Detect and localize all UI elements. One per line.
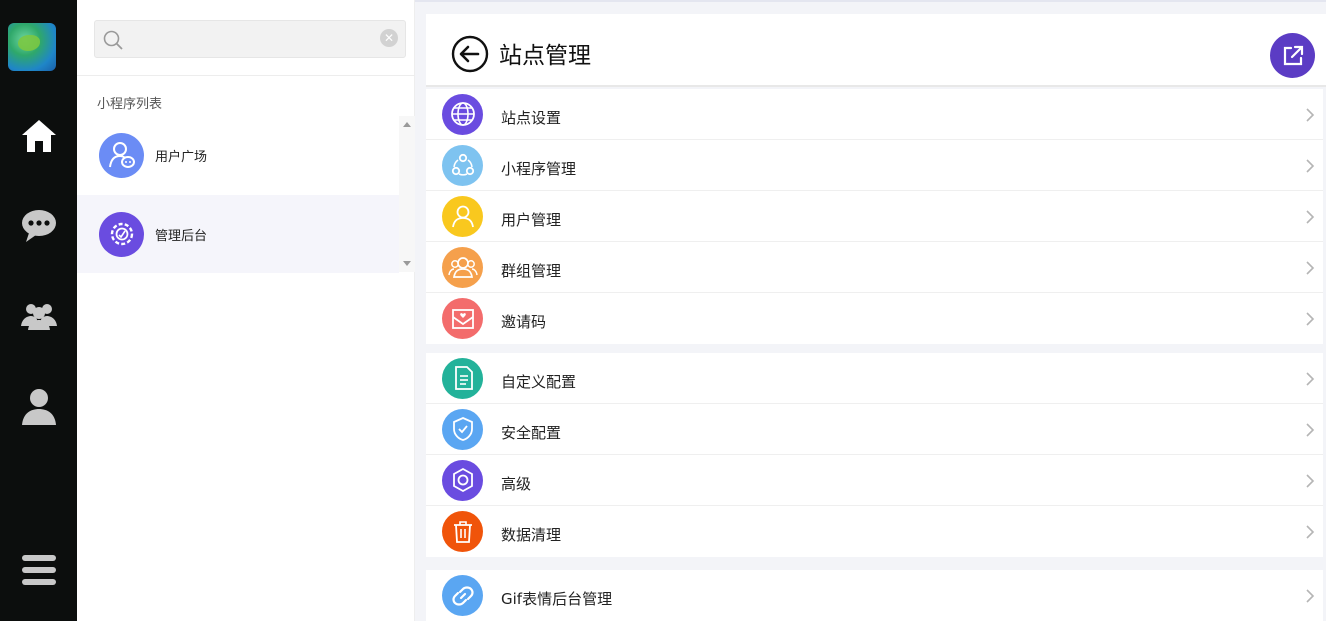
section-title: 小程序列表	[97, 97, 163, 112]
menu-row-data-cleanup[interactable]: 数据清理	[426, 506, 1323, 557]
menu-row-custom-config[interactable]: 自定义配置	[426, 353, 1323, 404]
chat-icon[interactable]	[0, 207, 77, 245]
chevron-right-icon	[1306, 372, 1315, 386]
search-icon	[103, 30, 123, 54]
chevron-right-icon	[1306, 589, 1315, 603]
top-border	[415, 0, 1326, 2]
link-icon	[442, 575, 483, 616]
envelope-icon	[442, 298, 483, 339]
shield-check-icon	[442, 408, 483, 450]
app-logo[interactable]	[8, 23, 56, 71]
mini-program-item-user-plaza[interactable]: 用户广场	[77, 116, 399, 194]
list-scrollbar[interactable]	[399, 116, 415, 272]
menu-row-site-settings[interactable]: 站点设置	[426, 89, 1323, 140]
chevron-right-icon	[1306, 525, 1315, 539]
menu-group-2: 自定义配置 安全配置 高级 数据清理	[426, 353, 1323, 557]
menu-row-mini-program-management[interactable]: 小程序管理	[426, 140, 1323, 191]
app-root: ✕ 小程序列表 用户广场 管理后台 站点管理 站点设置 小程序管理 用户管理 群…	[0, 0, 1326, 621]
main-content: 站点管理 站点设置 小程序管理 用户管理 群组管理 邀请码 自定义配置 安全配置…	[426, 14, 1326, 621]
chevron-right-icon	[1306, 312, 1315, 326]
menu-row-user-management[interactable]: 用户管理	[426, 191, 1323, 242]
menu-row-label: 小程序管理	[501, 160, 577, 178]
home-icon[interactable]	[0, 117, 77, 155]
chevron-right-icon	[1306, 423, 1315, 437]
profile-icon[interactable]	[0, 387, 77, 427]
mini-program-panel: ✕ 小程序列表 用户广场 管理后台	[77, 0, 415, 621]
scroll-up-arrow-icon[interactable]	[403, 122, 411, 127]
mini-program-label: 管理后台	[155, 228, 208, 244]
menu-row-label: 数据清理	[501, 526, 562, 544]
page-header: 站点管理	[426, 14, 1326, 87]
chevron-right-icon	[1306, 261, 1315, 275]
menu-group-1: 站点设置 小程序管理 用户管理 群组管理 邀请码	[426, 89, 1323, 344]
nav-rail	[0, 0, 77, 621]
menu-row-label: 用户管理	[501, 211, 562, 229]
admin-gear-icon	[99, 211, 144, 257]
chevron-right-icon	[1306, 474, 1315, 488]
external-link-icon	[1283, 45, 1303, 65]
group-icon	[442, 246, 483, 288]
user-icon	[442, 195, 483, 237]
chevron-right-icon	[1306, 159, 1315, 173]
back-arrow-icon	[451, 35, 489, 73]
menu-row-label: 高级	[501, 475, 532, 493]
menu-row-invite-code[interactable]: 邀请码	[426, 293, 1323, 344]
menu-row-label: 邀请码	[501, 313, 547, 331]
menu-row-label: 自定义配置	[501, 373, 577, 391]
chevron-right-icon	[1306, 108, 1315, 122]
menu-row-group-management[interactable]: 群组管理	[426, 242, 1323, 293]
contacts-group-icon[interactable]	[0, 300, 77, 334]
menu-row-label: Gif表情后台管理	[501, 590, 613, 608]
document-icon	[442, 357, 483, 399]
back-button[interactable]	[451, 35, 489, 73]
menu-row-label: 安全配置	[501, 424, 562, 442]
page-title: 站点管理	[499, 43, 591, 69]
menu-row-label: 站点设置	[501, 109, 562, 127]
gear-icon	[442, 459, 483, 501]
menu-icon[interactable]	[0, 553, 77, 589]
divider	[77, 75, 415, 76]
user-plaza-icon	[99, 132, 144, 178]
trash-icon	[442, 511, 483, 552]
menu-row-gif-admin[interactable]: Gif表情后台管理	[426, 570, 1323, 621]
open-external-button[interactable]	[1270, 33, 1315, 78]
mini-program-label: 用户广场	[155, 149, 208, 165]
chevron-right-icon	[1306, 210, 1315, 224]
globe-icon	[442, 93, 483, 135]
menu-group-3: Gif表情后台管理	[426, 570, 1323, 621]
menu-row-label: 群组管理	[501, 262, 562, 280]
scroll-down-arrow-icon[interactable]	[403, 261, 411, 266]
share-nodes-icon	[442, 144, 483, 186]
menu-row-security-config[interactable]: 安全配置	[426, 404, 1323, 455]
mini-program-item-admin[interactable]: 管理后台	[77, 195, 399, 273]
clear-search-icon[interactable]: ✕	[380, 29, 398, 47]
menu-row-advanced[interactable]: 高级	[426, 455, 1323, 506]
search-box[interactable]: ✕	[94, 20, 406, 58]
